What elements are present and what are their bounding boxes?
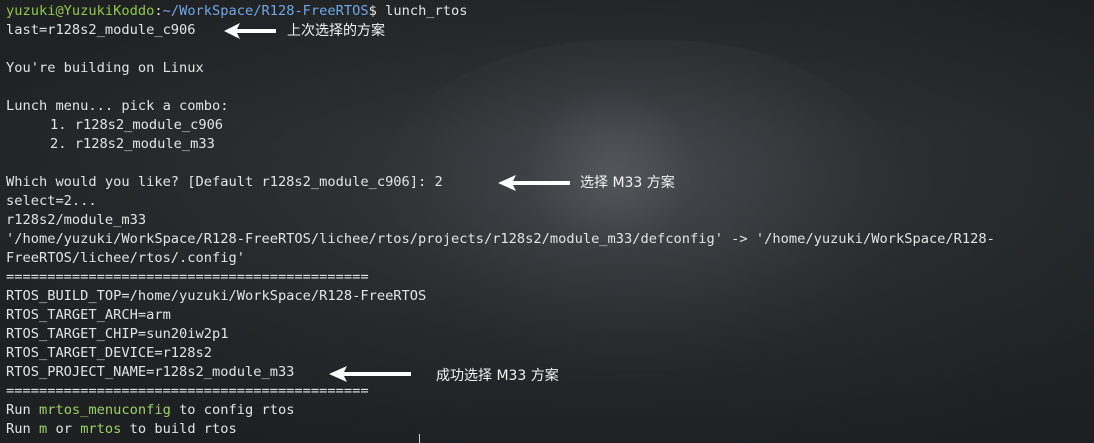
env-line: RTOS_BUILD_TOP=/home/yuzuki/WorkSpace/R1…	[6, 288, 427, 304]
output-line: FreeRTOS/lichee/rtos/.config'	[6, 250, 245, 266]
background-wallpaper-highlight	[520, 90, 700, 250]
output-line: '/home/yuzuki/WorkSpace/R128-FreeRTOS/li…	[6, 231, 995, 247]
menu-option-1: 1. r128s2_module_c906	[50, 117, 224, 133]
output-line: r128s2/module_m33	[6, 212, 147, 228]
output-line: Which would you like? [Default r128s2_mo…	[6, 174, 443, 190]
prompt-user-host: yuzuki@YuzukiKoddo	[6, 3, 155, 19]
run-suffix: to config rtos	[170, 402, 295, 418]
text-cursor	[419, 434, 420, 443]
separator-line: ========================================…	[6, 269, 369, 285]
annotation-select: 选择 M33 方案	[580, 175, 675, 191]
output-line: last=r128s2_module_c906	[6, 22, 196, 38]
arrow-left-icon	[224, 23, 276, 39]
prompt-colon: :	[154, 3, 163, 19]
prompt-line: yuzuki@YuzukiKoddo:~/WorkSpace/R128-Free…	[6, 2, 468, 21]
separator-line: ========================================…	[6, 383, 369, 399]
m-command: m	[38, 421, 48, 437]
terminal-window[interactable]: yuzuki@YuzukiKoddo:~/WorkSpace/R128-Free…	[0, 0, 1094, 443]
background-wallpaper	[380, 40, 900, 370]
run-mid: or	[47, 421, 81, 437]
menu-option-2: 2. r128s2_module_m33	[50, 136, 215, 152]
annotation-last: 上次选择的方案	[287, 23, 385, 39]
menuconfig-command: mrtos_menuconfig	[38, 402, 171, 418]
run-prefix: Run	[6, 421, 39, 437]
run-build-line: Run m or mrtos to build rtos	[6, 420, 237, 439]
run-prefix: Run	[6, 402, 39, 418]
mrtos-command: mrtos	[80, 421, 122, 437]
prompt-symbol: $	[368, 3, 377, 19]
output-line: You're building on Linux	[6, 60, 204, 76]
arrow-left-icon	[498, 175, 570, 191]
run-suffix: to build rtos	[121, 421, 237, 437]
env-line: RTOS_PROJECT_NAME=r128s2_module_m33	[6, 364, 295, 380]
env-line: RTOS_TARGET_CHIP=sun20iw2p1	[6, 326, 229, 342]
output-line: Lunch menu... pick a combo:	[6, 98, 229, 114]
prompt-path: ~/WorkSpace/R128-FreeRTOS	[162, 3, 369, 19]
annotation-success: 成功选择 M33 方案	[436, 368, 559, 384]
output-line: select=2...	[6, 193, 97, 209]
arrow-left-icon	[329, 366, 411, 382]
env-line: RTOS_TARGET_DEVICE=r128s2	[6, 345, 213, 361]
prompt-command: lunch_rtos	[385, 3, 468, 19]
env-line: RTOS_TARGET_ARCH=arm	[6, 307, 171, 323]
run-menuconfig-line: Run mrtos_menuconfig to config rtos	[6, 401, 294, 420]
